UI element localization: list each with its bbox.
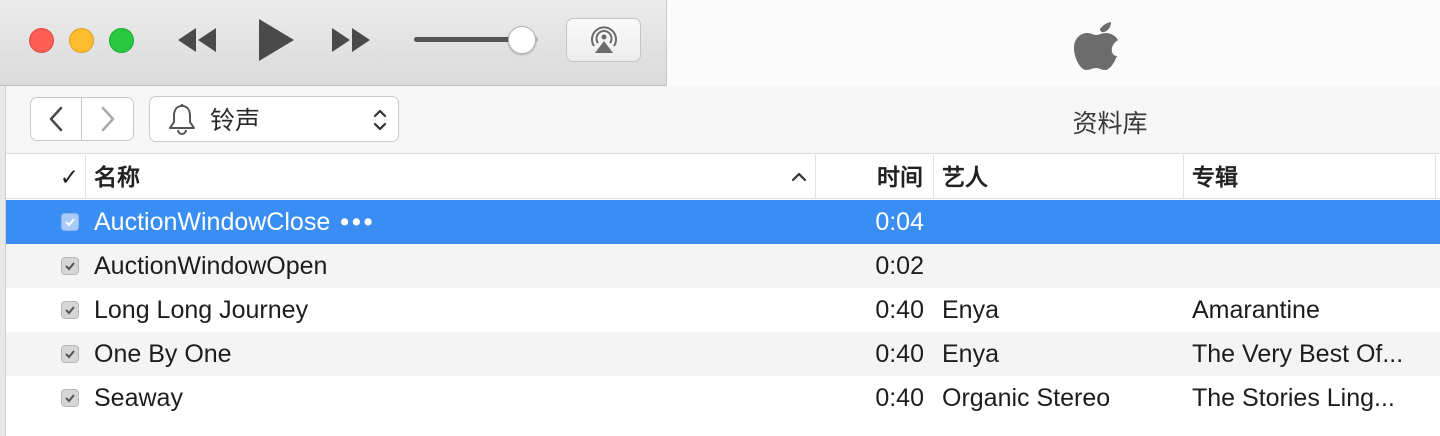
- checkmark-icon: [65, 394, 75, 403]
- bell-icon: [166, 103, 198, 135]
- media-type-label: 铃声: [210, 107, 261, 135]
- column-header-time[interactable]: 时间: [816, 155, 934, 199]
- status-display: [666, 0, 1440, 86]
- more-options-button[interactable]: •••: [340, 208, 375, 236]
- fast-forward-button[interactable]: [324, 16, 378, 64]
- chevron-up-icon: [791, 172, 807, 182]
- fast-forward-icon: [332, 28, 370, 52]
- player-toolbar: [0, 0, 1440, 86]
- song-album: [1192, 200, 1432, 244]
- song-time: 0:40: [875, 296, 924, 324]
- song-time: 0:40: [875, 384, 924, 412]
- song-time: 0:04: [875, 208, 924, 236]
- song-album: [1192, 244, 1432, 288]
- checkmark-icon: [65, 350, 75, 359]
- rewind-icon: [178, 28, 216, 52]
- table-row[interactable]: Seaway 0:40 Organic Stereo The Stories L…: [6, 376, 1440, 420]
- apple-logo: [1074, 22, 1118, 70]
- column-header-album[interactable]: 专辑: [1184, 155, 1436, 199]
- song-artist: Enya: [942, 296, 999, 324]
- song-name: Long Long Journey: [94, 296, 309, 324]
- table-row[interactable]: AuctionWindowClose ••• 0:04: [6, 200, 1440, 244]
- song-name: One By One: [94, 340, 232, 368]
- song-artist: Organic Stereo: [942, 384, 1111, 412]
- song-time: 0:40: [875, 340, 924, 368]
- song-name-cell: AuctionWindowClose •••: [94, 200, 809, 244]
- column-header-check[interactable]: ✓: [6, 155, 86, 199]
- checkmark-icon: [65, 262, 75, 271]
- media-type-selector[interactable]: 铃声: [149, 96, 399, 142]
- song-name: AuctionWindowClose: [94, 208, 331, 236]
- airplay-button[interactable]: [566, 18, 641, 62]
- song-name: Seaway: [94, 384, 183, 412]
- column-header-name[interactable]: 名称: [86, 155, 816, 199]
- row-checkbox[interactable]: [61, 389, 79, 407]
- row-checkbox[interactable]: [61, 213, 79, 231]
- song-album: Amarantine: [1192, 296, 1320, 324]
- column-header-name-label: 名称: [94, 164, 140, 190]
- forward-button[interactable]: [82, 97, 134, 141]
- library-title: 资料库: [1072, 110, 1148, 138]
- play-button[interactable]: [248, 16, 304, 64]
- airplay-icon: [590, 26, 617, 53]
- row-checkbox[interactable]: [61, 301, 79, 319]
- play-icon: [259, 19, 294, 61]
- zoom-window-button[interactable]: [109, 28, 134, 53]
- volume-slider[interactable]: [414, 26, 538, 54]
- up-down-chevron-icon: [373, 109, 387, 131]
- song-album: The Very Best Of...: [1192, 340, 1404, 368]
- song-name: AuctionWindowOpen: [94, 252, 328, 280]
- table-row[interactable]: AuctionWindowOpen 0:02: [6, 244, 1440, 288]
- song-album: The Stories Ling...: [1192, 384, 1395, 412]
- table-row[interactable]: One By One 0:40 Enya The Very Best Of...: [6, 332, 1440, 376]
- close-window-button[interactable]: [29, 28, 54, 53]
- song-time: 0:02: [875, 252, 924, 280]
- song-artist: [942, 244, 1182, 288]
- row-checkbox[interactable]: [61, 345, 79, 363]
- volume-knob[interactable]: [508, 26, 536, 54]
- checkmark-icon: [65, 218, 75, 227]
- song-list-header: ✓ 名称 时间 艺人 专辑: [6, 155, 1440, 199]
- song-list: AuctionWindowClose ••• 0:04 AuctionWindow…: [6, 200, 1440, 420]
- volume-fill: [414, 37, 522, 42]
- minimize-window-button[interactable]: [69, 28, 94, 53]
- checkmark-icon: [65, 306, 75, 315]
- table-row[interactable]: Long Long Journey 0:40 Enya Amarantine: [6, 288, 1440, 332]
- row-checkbox[interactable]: [61, 257, 79, 275]
- chevron-left-icon: [49, 106, 63, 132]
- song-artist: Enya: [942, 340, 999, 368]
- back-button[interactable]: [30, 97, 82, 141]
- chevron-right-icon: [101, 106, 114, 132]
- rewind-button[interactable]: [170, 16, 224, 64]
- navigation-bar: 铃声 资料库: [6, 86, 1440, 154]
- song-artist: [942, 200, 1182, 244]
- column-header-artist[interactable]: 艺人: [934, 155, 1184, 199]
